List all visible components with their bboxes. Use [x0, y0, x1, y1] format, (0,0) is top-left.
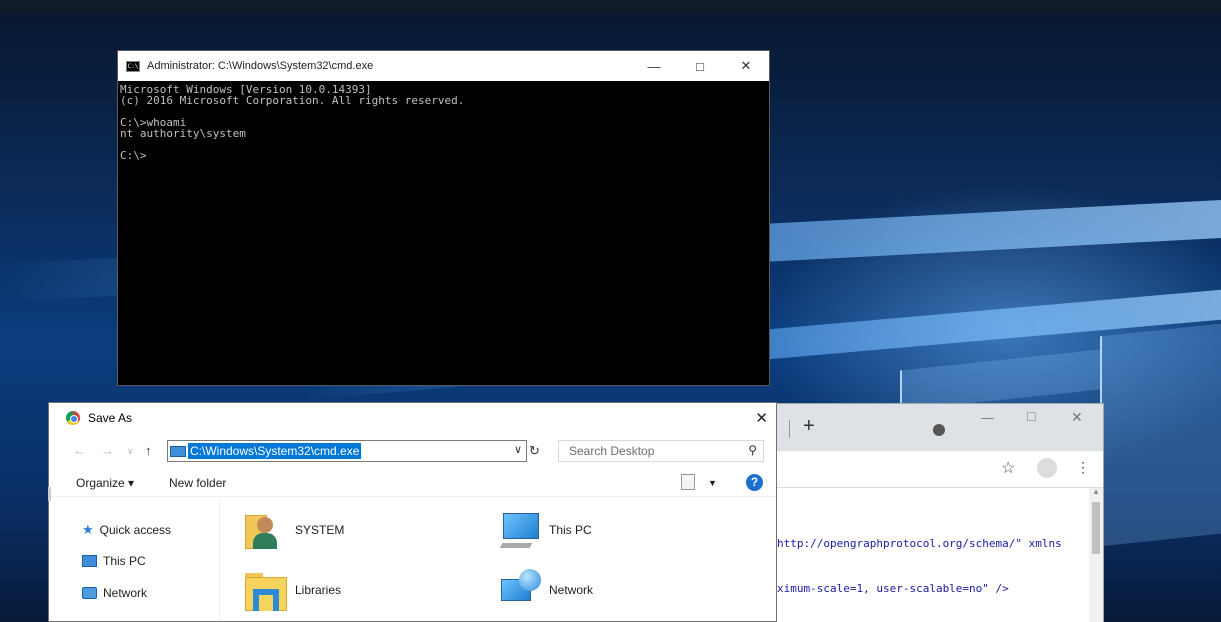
nav-item-label: Quick access	[99, 523, 172, 537]
libraries-folder-icon	[245, 569, 287, 611]
wallpaper-window-pane	[1100, 323, 1221, 547]
this-pc-monitor-icon	[499, 509, 541, 551]
browser-maximize-button[interactable]: □	[1027, 408, 1035, 424]
organize-button[interactable]: Organize ▾	[76, 476, 134, 490]
minimize-button[interactable]: —	[631, 51, 677, 81]
dialog-close-button[interactable]: ✕	[755, 409, 768, 427]
search-placeholder: Search Desktop	[569, 444, 655, 458]
dialog-command-bar: Organize ▾ New folder ▼ ?	[49, 469, 776, 497]
nav-item-network[interactable]: Network	[82, 586, 147, 600]
vertical-scrollbar[interactable]: ▲	[1089, 487, 1103, 622]
browser-menu-icon[interactable]: ⋮	[1076, 459, 1090, 476]
save-as-dialog[interactable]: Save As ✕ ← → ∨ ↑ C:\Windows\System32\cm…	[48, 402, 777, 622]
computer-icon	[82, 555, 97, 567]
new-folder-button[interactable]: New folder	[169, 476, 226, 490]
browser-close-button[interactable]: ✕	[1071, 409, 1083, 426]
browser-toolbar: ☆ ⋮	[771, 451, 1103, 488]
tab-divider	[789, 420, 790, 438]
search-input[interactable]: Search Desktop ⚲	[558, 440, 764, 462]
address-path[interactable]: C:\Windows\System32\cmd.exe	[188, 443, 362, 459]
folder-item-system[interactable]: SYSTEM	[245, 509, 344, 551]
view-options-icon[interactable]	[681, 474, 695, 490]
refresh-icon[interactable]: ↻	[529, 443, 540, 459]
cmd-titlebar[interactable]: C:\ Administrator: C:\Windows\System32\c…	[118, 51, 769, 81]
address-bar[interactable]: C:\Windows\System32\cmd.exe ∨	[167, 440, 527, 462]
up-arrow-icon[interactable]: ↑	[145, 443, 152, 458]
cmd-console[interactable]: Microsoft Windows [Version 10.0.14393] (c…	[118, 81, 769, 164]
chrome-profile-icon[interactable]	[933, 424, 945, 436]
page-source-view[interactable]: http://opengraphprotocol.org/schema/" xm…	[771, 488, 1091, 622]
source-line: http://opengraphprotocol.org/schema/" xm…	[777, 537, 1062, 550]
console-line: (c) 2016 Microsoft Corporation. All righ…	[120, 94, 465, 107]
nav-item-label: Network	[103, 586, 148, 600]
nav-item-label: This PC	[103, 554, 146, 568]
source-url: http://opengraphprotocol.org/schema/" xm…	[777, 537, 1062, 550]
background-window-edge	[48, 487, 51, 501]
top-bar	[0, 0, 1221, 14]
folder-item-label: This PC	[549, 523, 592, 537]
account-avatar-icon[interactable]	[1037, 458, 1057, 478]
nav-item-quick-access[interactable]: ★ Quick access	[82, 522, 171, 538]
back-arrow-icon[interactable]: ←	[73, 443, 86, 458]
console-prompt: C:\>	[120, 149, 147, 162]
address-dropdown-icon[interactable]: ∨	[514, 443, 522, 456]
cmd-window[interactable]: C:\ Administrator: C:\Windows\System32\c…	[117, 50, 770, 386]
this-pc-icon	[170, 445, 186, 457]
view-dropdown-icon[interactable]: ▼	[708, 478, 717, 488]
chrome-icon	[66, 411, 80, 425]
cmd-app-icon: C:\	[126, 60, 140, 72]
user-folder-icon	[245, 509, 287, 551]
console-line: nt authority\system	[120, 127, 246, 140]
maximize-button[interactable]: □	[677, 51, 723, 81]
network-icon	[82, 587, 97, 599]
folder-item-label: Libraries	[295, 583, 342, 597]
quick-access-star-icon: ★	[82, 522, 94, 537]
recent-chevron-icon[interactable]: ∨	[127, 446, 134, 457]
new-tab-button[interactable]: +	[803, 415, 815, 438]
navigation-pane[interactable]: ★ Quick access This PC Network	[49, 498, 220, 621]
dialog-title: Save As	[88, 411, 133, 425]
dialog-nav-row: ← → ∨ ↑ C:\Windows\System32\cmd.exe ∨ ↻ …	[49, 433, 776, 469]
folder-item-label: Network	[549, 583, 594, 597]
close-button[interactable]: ✕	[723, 51, 769, 81]
help-icon[interactable]: ?	[746, 474, 763, 491]
folder-item-libraries[interactable]: Libraries	[245, 569, 341, 611]
folder-item-label: SYSTEM	[295, 523, 345, 537]
nav-item-this-pc[interactable]: This PC	[82, 554, 146, 568]
dialog-titlebar[interactable]: Save As ✕	[49, 403, 776, 433]
browser-window[interactable]: + — □ ✕ ☆ ⋮ http://opengraphprotocol.org…	[770, 403, 1104, 622]
network-globe-icon	[499, 569, 541, 611]
source-attr: ximum-scale=1, user-scalable=no" />	[777, 582, 1009, 595]
scroll-up-arrow-icon[interactable]: ▲	[1092, 487, 1100, 496]
browser-tabstrip: + — □ ✕	[771, 404, 1103, 451]
bookmark-star-icon[interactable]: ☆	[1001, 458, 1015, 478]
folder-item-this-pc[interactable]: This PC	[499, 509, 592, 551]
source-line: ximum-scale=1, user-scalable=no" />	[777, 582, 1009, 595]
search-icon[interactable]: ⚲	[748, 443, 757, 457]
forward-arrow-icon[interactable]: →	[101, 443, 114, 458]
cmd-title: Administrator: C:\Windows\System32\cmd.e…	[147, 60, 374, 72]
browser-minimize-button[interactable]: —	[981, 410, 994, 425]
folder-item-network[interactable]: Network	[499, 569, 593, 611]
scrollbar-thumb[interactable]	[1092, 502, 1100, 554]
